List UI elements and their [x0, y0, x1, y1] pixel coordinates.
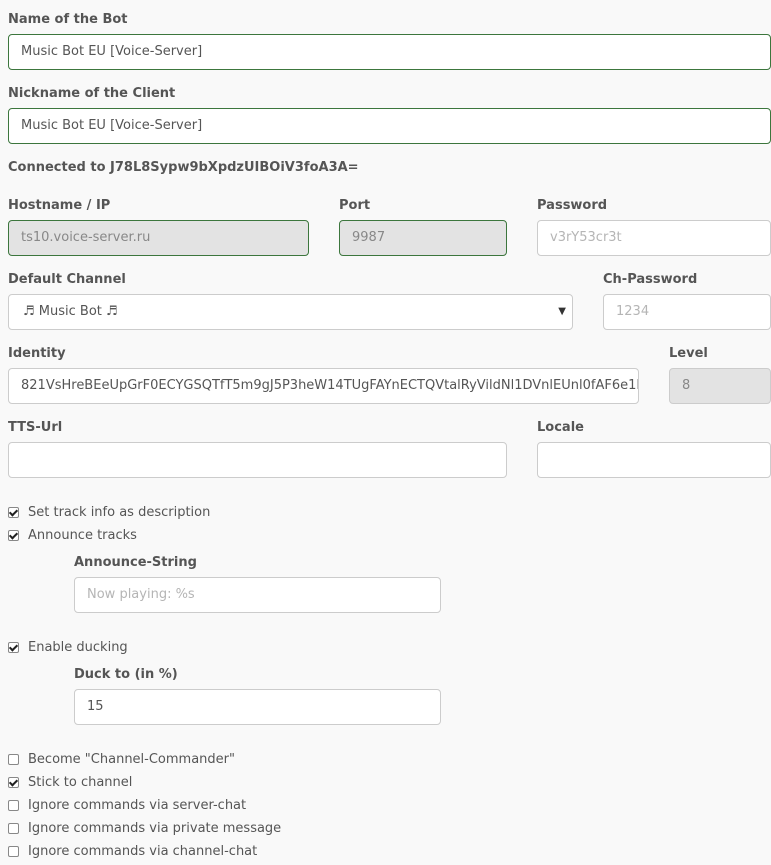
- ignore-channel-chat-checkbox[interactable]: [8, 845, 19, 857]
- channel-commander-label: Become "Channel-Commander": [28, 751, 235, 767]
- channel-password-input[interactable]: 1234: [603, 294, 771, 330]
- announce-string-input[interactable]: Now playing: %s: [74, 577, 441, 613]
- channel-commander-checkbox[interactable]: [8, 753, 19, 765]
- announce-tracks-checkbox[interactable]: [8, 529, 19, 541]
- hostname-input: ts10.voice-server.ru: [8, 220, 309, 256]
- default-channel-select[interactable]: ♬ Music Bot ♬ ▼: [8, 294, 573, 330]
- stick-to-channel-option[interactable]: Stick to channel: [8, 773, 132, 791]
- client-nickname-label: Nickname of the Client: [8, 86, 176, 101]
- tts-url-label: TTS-Url: [8, 420, 63, 435]
- locale-input[interactable]: [537, 442, 771, 478]
- duck-to-input[interactable]: 15: [74, 689, 441, 725]
- ignore-private-option[interactable]: Ignore commands via private message: [8, 819, 281, 837]
- channel-password-label: Ch-Password: [603, 272, 698, 287]
- ignore-channel-chat-option[interactable]: Ignore commands via channel-chat: [8, 842, 257, 860]
- stick-to-channel-label: Stick to channel: [28, 774, 133, 790]
- connection-status: Connected to J78L8Sypw9bXpdzUIBOiV3foA3A…: [8, 160, 359, 175]
- bot-name-label: Name of the Bot: [8, 12, 128, 27]
- hostname-label: Hostname / IP: [8, 198, 111, 213]
- duck-to-label: Duck to (in %): [74, 667, 178, 682]
- locale-label: Locale: [537, 420, 584, 435]
- identity-label: Identity: [8, 346, 66, 361]
- port-input: 9987: [339, 220, 507, 256]
- ignore-server-chat-checkbox[interactable]: [8, 799, 19, 811]
- default-channel-label: Default Channel: [8, 272, 126, 287]
- announce-string-label: Announce-String: [74, 555, 197, 570]
- chevron-down-icon: ▼: [558, 306, 566, 317]
- announce-tracks-option[interactable]: Announce tracks: [8, 526, 137, 544]
- client-nickname-input[interactable]: Music Bot EU [Voice-Server]: [8, 108, 771, 144]
- bot-settings-form: Name of the Bot Music Bot EU [Voice-Serv…: [0, 0, 771, 865]
- stick-to-channel-checkbox[interactable]: [8, 776, 19, 788]
- ignore-server-chat-option[interactable]: Ignore commands via server-chat: [8, 796, 246, 814]
- password-input[interactable]: v3rY53cr3t: [537, 220, 771, 256]
- enable-ducking-label: Enable ducking: [28, 639, 128, 655]
- set-track-info-checkbox[interactable]: [8, 506, 19, 518]
- enable-ducking-option[interactable]: Enable ducking: [8, 638, 128, 656]
- level-label: Level: [669, 346, 708, 361]
- announce-tracks-label: Announce tracks: [28, 527, 137, 543]
- bot-name-input[interactable]: Music Bot EU [Voice-Server]: [8, 34, 771, 70]
- channel-commander-option[interactable]: Become "Channel-Commander": [8, 750, 235, 768]
- tts-url-input[interactable]: [8, 442, 507, 478]
- set-track-info-label: Set track info as description: [28, 504, 211, 520]
- port-label: Port: [339, 198, 371, 213]
- default-channel-selected: ♬ Music Bot ♬: [23, 304, 118, 319]
- ignore-channel-chat-label: Ignore commands via channel-chat: [28, 843, 258, 859]
- enable-ducking-checkbox[interactable]: [8, 641, 19, 653]
- level-input: 8: [669, 368, 771, 404]
- set-track-info-option[interactable]: Set track info as description: [8, 503, 210, 521]
- ignore-server-chat-label: Ignore commands via server-chat: [28, 797, 247, 813]
- ignore-private-checkbox[interactable]: [8, 822, 19, 834]
- password-label: Password: [537, 198, 608, 213]
- identity-input[interactable]: 821VsHreBEeUpGrF0ECYGSQTfT5m9gJ5P3heW14T…: [8, 368, 639, 404]
- ignore-private-label: Ignore commands via private message: [28, 820, 282, 836]
